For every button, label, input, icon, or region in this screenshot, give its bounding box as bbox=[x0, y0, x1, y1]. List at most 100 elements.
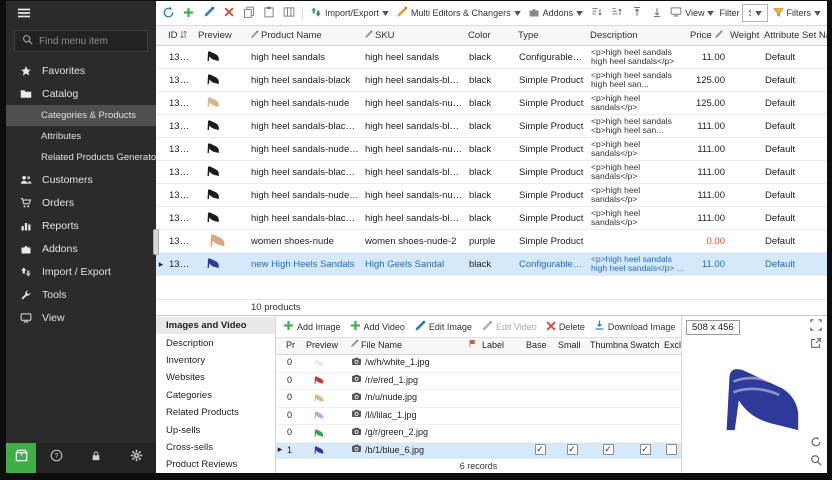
column-header-base[interactable]: Base bbox=[524, 340, 556, 350]
column-header-sku[interactable]: SKU bbox=[362, 30, 466, 42]
add-button[interactable] bbox=[180, 5, 197, 22]
menu-search-input[interactable]: Find menu item bbox=[14, 30, 148, 52]
sidebar-item-favorites[interactable]: Favorites bbox=[6, 59, 156, 82]
product-row[interactable]: 13733 high heel sandals-nudehigh heel sa… bbox=[156, 92, 827, 115]
product-row[interactable]: 13740 high heel sandals-black-38high hee… bbox=[156, 207, 827, 230]
image-row[interactable]: ▸1 /b/1/blue_6.jpg✓✓✓✓ bbox=[276, 443, 681, 460]
column-header-pr[interactable]: Pr bbox=[284, 340, 304, 350]
column-header-small[interactable]: Small bbox=[556, 340, 588, 350]
fullscreen-button[interactable] bbox=[808, 319, 824, 335]
product-row[interactable]: 13738 high heel sandals-black-37high hee… bbox=[156, 161, 827, 184]
sidebar-item-orders[interactable]: Orders bbox=[6, 191, 156, 214]
hamburger-icon[interactable] bbox=[17, 6, 31, 25]
tab-inventory[interactable]: Inventory bbox=[156, 352, 275, 369]
column-header-price[interactable]: Price bbox=[688, 30, 728, 42]
tab-description[interactable]: Description bbox=[156, 334, 275, 351]
refresh-button[interactable] bbox=[160, 5, 177, 22]
image-file-name: /l/i/lilac_1.jpg bbox=[348, 408, 466, 421]
sidebar-splitter-handle[interactable] bbox=[153, 229, 159, 255]
tab-categories[interactable]: Categories bbox=[156, 387, 275, 404]
store-manager-logo[interactable] bbox=[6, 443, 36, 473]
paste-button[interactable] bbox=[260, 5, 277, 22]
view-menu[interactable]: View bbox=[668, 4, 716, 22]
external-link-icon bbox=[810, 336, 822, 354]
image-row[interactable]: 0 /n/u/nude.jpg bbox=[276, 390, 681, 408]
add-video-button[interactable]: Add Video bbox=[350, 320, 405, 333]
move-down-button[interactable] bbox=[648, 5, 665, 22]
multi-editors-changers-menu[interactable]: Multi Editors & Changers bbox=[394, 4, 523, 22]
product-row[interactable]: 13731 high heel sandalshigh heel sandals… bbox=[156, 46, 827, 69]
category-filter-select[interactable]: Show products from selected categories bbox=[742, 4, 767, 22]
product-row[interactable]: 13736 high heel sandals-black-36high hee… bbox=[156, 115, 827, 138]
help-button[interactable]: ? bbox=[36, 443, 76, 473]
lock-button[interactable] bbox=[76, 443, 116, 473]
sidebar-item-customers[interactable]: Customers bbox=[6, 168, 156, 191]
addons-menu[interactable]: Addons bbox=[526, 4, 586, 22]
move-up-button[interactable] bbox=[628, 5, 645, 22]
column-header-product-name[interactable]: Product Name bbox=[248, 30, 362, 42]
tab-related-products[interactable]: Related Products bbox=[156, 404, 275, 421]
column-header-preview[interactable]: Preview bbox=[304, 340, 348, 350]
sidebar-item-view[interactable]: View bbox=[6, 306, 156, 329]
product-row[interactable]: 13739 high heel sandals-nude-37high heel… bbox=[156, 184, 827, 207]
product-row[interactable]: ▸13931 new High Heels SandalsHigh Geels … bbox=[156, 253, 827, 276]
filters-menu[interactable]: Filters bbox=[771, 5, 824, 22]
copy-button[interactable] bbox=[240, 5, 257, 22]
product-row[interactable]: 13732 high heel sandals-blackhigh heel s… bbox=[156, 69, 827, 92]
product-row[interactable]: 13737 high heel sandals-nude-36high heel… bbox=[156, 138, 827, 161]
base-checkbox[interactable]: ✓ bbox=[535, 444, 546, 455]
tab-product-reviews[interactable]: Product Reviews bbox=[156, 456, 275, 473]
settings-button[interactable] bbox=[116, 443, 156, 473]
column-header-label: Base bbox=[526, 340, 547, 350]
swatch-checkbox[interactable]: ✓ bbox=[640, 444, 651, 455]
edit-image-button[interactable]: Edit Image bbox=[414, 320, 472, 334]
image-row[interactable]: 0 /r/e/red_1.jpg bbox=[276, 373, 681, 391]
column-header-color[interactable]: Color bbox=[466, 30, 516, 41]
column-header-exclude[interactable]: Exclude bbox=[662, 340, 681, 350]
small-checkbox[interactable]: ✓ bbox=[567, 444, 578, 455]
delete-button[interactable]: Delete bbox=[546, 321, 585, 333]
column-header-weight[interactable]: Weight bbox=[728, 30, 762, 41]
image-row[interactable]: 0 /g/r/green_2.jpg bbox=[276, 425, 681, 443]
column-header-description[interactable]: Description bbox=[588, 30, 688, 41]
image-row[interactable]: 0 /l/i/lilac_1.jpg bbox=[276, 408, 681, 426]
product-type: Simple Product bbox=[516, 213, 588, 224]
sidebar-item-tools[interactable]: Tools bbox=[6, 283, 156, 306]
open-external-button[interactable] bbox=[808, 337, 824, 353]
thumbnail-checkbox[interactable]: ✓ bbox=[603, 444, 614, 455]
rotate-button[interactable] bbox=[808, 436, 824, 452]
columns-button[interactable] bbox=[280, 5, 297, 22]
delete-button[interactable] bbox=[220, 5, 237, 22]
product-row[interactable]: 13817 women shoes-nudewomen shoes-nude-2… bbox=[156, 230, 827, 253]
column-header-file-name[interactable]: File Name bbox=[348, 339, 466, 350]
sidebar-item-import-export[interactable]: Import / Export bbox=[6, 260, 156, 283]
download-image-button[interactable]: Download Image bbox=[594, 320, 676, 333]
column-header-preview[interactable]: Preview bbox=[196, 30, 248, 41]
tab-cross-sells[interactable]: Cross-sells bbox=[156, 439, 275, 456]
tab-websites[interactable]: Websites bbox=[156, 369, 275, 386]
sort-asc-button[interactable] bbox=[588, 5, 605, 22]
sort-desc-button[interactable] bbox=[608, 5, 625, 22]
tab-images-and-video[interactable]: Images and Video bbox=[156, 317, 275, 334]
exclude-checkbox[interactable] bbox=[666, 444, 677, 455]
column-header-type[interactable]: Type bbox=[516, 30, 588, 41]
column-header-label[interactable]: Label bbox=[480, 340, 524, 350]
column-header-attribute-set-name[interactable]: Attribute Set Name bbox=[762, 30, 827, 41]
edit-button[interactable] bbox=[200, 5, 217, 22]
column-header-flag[interactable] bbox=[466, 339, 480, 350]
sidebar-item-categories-products[interactable]: Categories & Products bbox=[6, 105, 156, 126]
column-header-swatch[interactable]: Swatch bbox=[628, 340, 662, 350]
add-image-button[interactable]: Add Image bbox=[283, 320, 341, 333]
column-header-id[interactable]: ID bbox=[166, 30, 196, 42]
column-header-label: File Name bbox=[361, 340, 402, 350]
tab-up-sells[interactable]: Up-sells bbox=[156, 421, 275, 438]
sidebar-item-addons[interactable]: Addons bbox=[6, 237, 156, 260]
sidebar-item-catalog[interactable]: Catalog bbox=[6, 82, 156, 105]
sidebar-item-attributes[interactable]: Attributes bbox=[6, 126, 156, 147]
image-row[interactable]: 0 /w/h/white_1.jpg bbox=[276, 355, 681, 373]
zoom-button[interactable] bbox=[808, 454, 824, 470]
import-export-menu[interactable]: Import/Export bbox=[308, 4, 391, 22]
sidebar-item-reports[interactable]: Reports bbox=[6, 214, 156, 237]
column-header-thumbna[interactable]: Thumbna bbox=[588, 340, 628, 350]
sidebar-item-related-products-generator[interactable]: Related Products Generator bbox=[6, 147, 156, 168]
